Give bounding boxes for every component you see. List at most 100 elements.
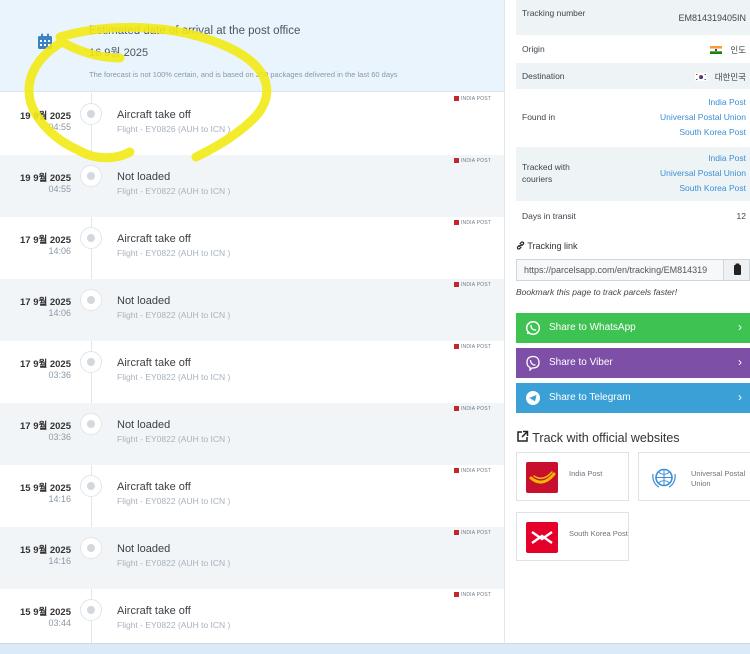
event-time: 03:36 xyxy=(48,432,71,442)
timeline-dot-icon xyxy=(80,103,102,125)
eta-date: 16 9월 2025 xyxy=(89,47,149,59)
share-telegram-button[interactable]: Share to Telegram › xyxy=(516,383,750,413)
info-row-tracking-number: Tracking number EM814319405IN xyxy=(516,0,750,36)
bottom-bar xyxy=(0,643,750,654)
india-flag-icon xyxy=(710,46,723,54)
event-row: 15 9월 2025 03:44 Aircraft take off Fligh… xyxy=(0,589,504,643)
event-description: Flight - EY0822 (AUH to ICN ) xyxy=(117,434,231,444)
event-status: Not loaded xyxy=(117,295,171,307)
courier-link-korea-post[interactable]: South Korea Post xyxy=(660,181,746,196)
event-date: 15 9월 2025 xyxy=(19,607,71,618)
india-post-flag-icon xyxy=(453,592,459,597)
official-websites-heading: Track with official websites xyxy=(516,430,680,445)
info-row-couriers: Tracked with couriers India Post Univers… xyxy=(516,147,750,202)
event-description: Flight - EY0822 (AUH to ICN ) xyxy=(117,558,231,568)
courier-badge: INDIA POST xyxy=(453,406,491,412)
event-row: 19 9월 2025 04:55 Aircraft take off Fligh… xyxy=(0,93,504,155)
viber-icon xyxy=(526,355,540,371)
parcel-info-panel: Tracking number EM814319405IN Origin 인도 … xyxy=(506,0,750,643)
timeline-dot-icon xyxy=(80,537,102,559)
courier-link-upu[interactable]: Universal Postal Union xyxy=(660,166,746,181)
info-table: Tracking number EM814319405IN Origin 인도 … xyxy=(516,0,750,230)
official-site-name: South Korea Post xyxy=(569,529,628,538)
india-post-logo-icon xyxy=(526,462,558,493)
tracking-link-input[interactable] xyxy=(517,260,725,280)
event-row: 19 9월 2025 04:55 Not loaded Flight - EY0… xyxy=(0,155,504,217)
event-status: Aircraft take off xyxy=(117,481,191,493)
timeline-dot-icon xyxy=(80,165,102,187)
courier-badge: INDIA POST xyxy=(453,468,491,474)
info-row-found-in: Found in India Post Universal Postal Uni… xyxy=(516,90,750,147)
india-post-flag-icon xyxy=(453,220,459,225)
share-whatsapp-label: Share to WhatsApp xyxy=(549,322,636,333)
info-row-origin: Origin 인도 xyxy=(516,36,750,63)
timeline-dot-icon xyxy=(80,413,102,435)
courier-badge: INDIA POST xyxy=(453,282,491,288)
india-post-flag-icon xyxy=(453,282,459,287)
chevron-right-icon: › xyxy=(738,390,742,404)
upu-logo-icon xyxy=(652,468,676,488)
info-row-days-in-transit: Days in transit 12 xyxy=(516,202,750,230)
event-description: Flight - EY0822 (AUH to ICN ) xyxy=(117,310,231,320)
calendar-icon xyxy=(38,33,52,49)
link-icon xyxy=(516,241,525,250)
clipboard-icon xyxy=(734,263,741,275)
courier-badge: INDIA POST xyxy=(453,530,491,536)
event-date: 17 9월 2025 xyxy=(19,359,71,370)
official-site-card-india-post[interactable]: India Post xyxy=(516,452,629,501)
event-description: Flight - EY0822 (AUH to ICN ) xyxy=(117,248,231,258)
official-site-name: Universal Postal Union xyxy=(691,469,746,488)
courier-link-india-post[interactable]: India Post xyxy=(660,151,746,166)
found-in-link-india-post[interactable]: India Post xyxy=(660,95,746,110)
event-time: 14:16 xyxy=(48,494,71,504)
share-viber-label: Share to Viber xyxy=(549,357,613,368)
share-whatsapp-button[interactable]: Share to WhatsApp › xyxy=(516,313,750,343)
telegram-icon xyxy=(526,391,540,405)
info-row-destination: Destination 대한민국 xyxy=(516,63,750,90)
courier-badge: INDIA POST xyxy=(453,158,491,164)
chevron-right-icon: › xyxy=(738,355,742,369)
eta-note: The forecast is not 100% certain, and is… xyxy=(89,70,398,79)
event-row: 17 9월 2025 14:06 Not loaded Flight - EY0… xyxy=(0,279,504,341)
india-post-flag-icon xyxy=(453,158,459,163)
share-viber-button[interactable]: Share to Viber › xyxy=(516,348,750,378)
event-list: 19 9월 2025 04:55 Aircraft take off Fligh… xyxy=(0,93,504,643)
event-status: Aircraft take off xyxy=(117,605,191,617)
event-time: 03:36 xyxy=(48,370,71,380)
event-description: Flight - EY0822 (AUH to ICN ) xyxy=(117,620,231,630)
days-in-transit-value: 12 xyxy=(736,211,746,221)
copy-button[interactable] xyxy=(723,260,749,280)
info-label: Tracking number xyxy=(522,8,586,18)
event-time: 04:55 xyxy=(48,184,71,194)
event-row: 17 9월 2025 14:06 Aircraft take off Fligh… xyxy=(0,217,504,279)
info-label: Days in transit xyxy=(522,211,576,221)
courier-badge: INDIA POST xyxy=(453,220,491,226)
event-row: 15 9월 2025 14:16 Not loaded Flight - EY0… xyxy=(0,527,504,589)
event-time: 03:44 xyxy=(48,618,71,628)
official-site-card-korea-post[interactable]: South Korea Post xyxy=(516,512,629,561)
event-status: Aircraft take off xyxy=(117,357,191,369)
timeline-dot-icon xyxy=(80,599,102,621)
timeline-dot-icon xyxy=(80,475,102,497)
event-description: Flight - EY0822 (AUH to ICN ) xyxy=(117,496,231,506)
india-post-flag-icon xyxy=(453,96,459,101)
event-date: 19 9월 2025 xyxy=(19,111,71,122)
found-in-link-korea-post[interactable]: South Korea Post xyxy=(660,125,746,140)
india-post-flag-icon xyxy=(453,406,459,411)
india-post-flag-icon xyxy=(453,468,459,473)
bookmark-hint: Bookmark this page to track parcels fast… xyxy=(516,287,678,297)
timeline-dot-icon xyxy=(80,351,102,373)
event-status: Aircraft take off xyxy=(117,109,191,121)
event-row: 17 9월 2025 03:36 Aircraft take off Fligh… xyxy=(0,341,504,403)
tracking-timeline-panel: Estimated date of arrival at the post of… xyxy=(0,0,505,643)
info-label: Origin xyxy=(522,44,545,54)
event-date: 19 9월 2025 xyxy=(19,173,71,184)
info-label: Tracked with couriers xyxy=(522,162,570,184)
found-in-link-upu[interactable]: Universal Postal Union xyxy=(660,110,746,125)
korea-post-logo-icon xyxy=(526,522,558,553)
event-time: 14:06 xyxy=(48,246,71,256)
eta-title: Estimated date of arrival at the post of… xyxy=(89,25,301,37)
event-date: 15 9월 2025 xyxy=(19,483,71,494)
official-site-card-upu[interactable]: Universal Postal Union xyxy=(638,452,750,501)
event-date: 17 9월 2025 xyxy=(19,297,71,308)
